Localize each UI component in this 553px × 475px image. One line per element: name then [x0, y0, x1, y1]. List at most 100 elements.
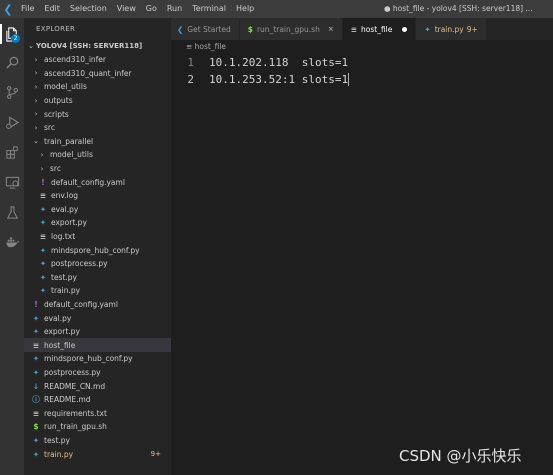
code-text[interactable]: 10.1.202.118 slots=1: [209, 56, 348, 69]
tree-folder[interactable]: › ascend310_infer: [24, 53, 171, 67]
unsaved-dot-icon[interactable]: [402, 26, 408, 32]
tab-get-started[interactable]: ❮ Get Started: [171, 18, 240, 40]
menu-item-terminal[interactable]: Terminal: [187, 0, 231, 18]
tree-item-label: export.py: [44, 327, 80, 337]
vscode-logo-icon: ❮: [3, 2, 13, 16]
editor-tabs: ❮ Get Started $ run_train_gpu.sh × ≡ host_file…: [171, 18, 553, 40]
info-file-icon: ⓘ: [32, 395, 40, 405]
search-icon[interactable]: [0, 50, 24, 74]
menu-item-view[interactable]: View: [112, 0, 141, 18]
python-file-icon: ✦: [32, 354, 40, 364]
run-debug-icon[interactable]: [0, 110, 24, 134]
tree-file[interactable]: ! default_config.yaml: [24, 298, 171, 312]
tree-file[interactable]: ✦ eval.py: [24, 311, 171, 325]
line-number: 2: [187, 73, 194, 86]
tree-file[interactable]: $ run_train_gpu.sh: [24, 420, 171, 434]
tree-file[interactable]: ≡ host_file: [24, 338, 171, 353]
tab-label: host_file: [361, 24, 393, 34]
chevron-right-icon: ›: [34, 82, 38, 91]
tree-file[interactable]: ✦ postprocess.py: [24, 257, 171, 271]
tree-file[interactable]: ↓ README_CN.md: [24, 379, 171, 393]
tree-item-label: README_CN.md: [44, 381, 106, 391]
tree-file[interactable]: ✦ mindspore_hub_conf.py: [24, 352, 171, 366]
python-file-icon: ✦: [39, 286, 47, 296]
menu-item-go[interactable]: Go: [141, 0, 162, 18]
tree-item-label: env.log: [51, 191, 79, 201]
text-file-icon: ≡: [39, 191, 47, 201]
tree-item-label: mindspore_hub_conf.py: [51, 245, 140, 255]
tree-item-label: host_file: [44, 340, 76, 350]
tree-item-label: postprocess.py: [51, 259, 108, 269]
tree-item-label: train_parallel: [44, 136, 94, 146]
tree-file[interactable]: ✦ train.py: [24, 284, 171, 298]
file-icon: ≡: [350, 24, 358, 34]
tree-file[interactable]: ⓘ README.md: [24, 393, 171, 407]
modified-count: 9+: [150, 450, 161, 459]
tab-train-py[interactable]: ✦ train.py 9+: [416, 18, 487, 40]
chevron-right-icon: ›: [34, 110, 38, 119]
tab-run-train-gpu-sh[interactable]: $ run_train_gpu.sh ×: [239, 18, 343, 40]
code-text[interactable]: 10.1.253.52:1 slots=1: [209, 73, 348, 86]
tree-file[interactable]: ✦ eval.py: [24, 203, 171, 217]
chevron-right-icon: ›: [34, 55, 38, 64]
tree-folder[interactable]: › model_utils: [24, 80, 171, 94]
file-tree: › ascend310_infer › ascend310_quant_infer › m…: [24, 53, 171, 461]
menu-item-help[interactable]: Help: [231, 0, 259, 18]
code-line[interactable]: 1 10.1.202.118 slots=1: [171, 54, 348, 71]
tree-item-label: requirements.txt: [44, 408, 107, 418]
tree-file[interactable]: ✦ train.py 9+: [24, 447, 171, 461]
file-icon: ≡: [186, 42, 195, 51]
code-line[interactable]: 2 10.1.253.52:1 slots=1: [171, 71, 350, 88]
breadcrumb-item[interactable]: host_file: [195, 42, 226, 51]
tree-file[interactable]: ✦ mindspore_hub_conf.py: [24, 243, 171, 257]
tree-item-label: default_config.yaml: [44, 299, 118, 309]
extensions-icon[interactable]: [0, 140, 24, 164]
python-file-icon: ✦: [39, 259, 47, 269]
title-bar: ❮ File Edit Selection View Go Run Terminal Help…: [0, 0, 553, 18]
tree-file[interactable]: ≡ log.txt: [24, 230, 171, 244]
tree-file[interactable]: ✦ test.py: [24, 434, 171, 448]
tree-folder[interactable]: › src: [24, 162, 171, 176]
tree-item-label: train.py: [44, 449, 74, 459]
python-file-icon: ✦: [39, 218, 47, 228]
menu-item-run[interactable]: Run: [162, 0, 187, 18]
chevron-right-icon: ›: [34, 96, 38, 105]
menu-item-edit[interactable]: Edit: [39, 0, 65, 18]
tree-file[interactable]: ! default_config.yaml: [24, 175, 171, 189]
menu-item-selection[interactable]: Selection: [65, 0, 112, 18]
tree-folder[interactable]: › ascend310_quant_infer: [24, 67, 171, 81]
tree-folder[interactable]: › outputs: [24, 94, 171, 108]
chevron-down-icon: ⌄: [28, 42, 34, 50]
tree-folder[interactable]: › scripts: [24, 107, 171, 121]
tree-file[interactable]: ≡ requirements.txt: [24, 406, 171, 420]
code-editor[interactable]: 1 10.1.202.118 slots=1 2 10.1.253.52:1 slot…: [171, 54, 553, 475]
chevron-right-icon: ›: [34, 123, 38, 132]
close-icon[interactable]: ×: [328, 25, 334, 33]
tree-file[interactable]: ≡ env.log: [24, 189, 171, 203]
tree-item-label: test.py: [51, 272, 77, 282]
tree-folder[interactable]: › model_utils: [24, 148, 171, 162]
source-control-icon[interactable]: [0, 80, 24, 104]
tree-item-label: model_utils: [44, 82, 87, 92]
testing-icon[interactable]: [0, 200, 24, 224]
menu-item-file[interactable]: File: [16, 0, 39, 18]
docker-icon[interactable]: [0, 230, 24, 254]
tree-file[interactable]: ✦ postprocess.py: [24, 366, 171, 380]
tree-file[interactable]: ✦ export.py: [24, 325, 171, 339]
tab-host-file[interactable]: ≡ host_file: [342, 18, 417, 40]
breadcrumb[interactable]: ≡ host_file: [186, 41, 226, 53]
tree-folder[interactable]: › src: [24, 121, 171, 135]
tree-item-label: log.txt: [51, 232, 76, 242]
vscode-icon: ❮: [177, 24, 184, 34]
tree-folder[interactable]: ⌄ train_parallel: [24, 135, 171, 149]
explorer-icon[interactable]: 2: [0, 22, 24, 46]
remote-explorer-icon[interactable]: [0, 170, 24, 194]
workspace-root[interactable]: ⌄ YOLOV4 [SSH: SERVER118]: [24, 40, 171, 53]
shell-icon: $: [247, 24, 253, 34]
explorer-sidebar: EXPLORER ⌄ YOLOV4 [SSH: SERVER118] › asce…: [24, 18, 171, 475]
tree-item-label: src: [44, 123, 55, 133]
tree-file[interactable]: ✦ test.py: [24, 271, 171, 285]
activity-bar: 2: [0, 18, 24, 475]
tree-file[interactable]: ✦ export.py: [24, 216, 171, 230]
markdown-file-icon: ↓: [32, 381, 40, 391]
